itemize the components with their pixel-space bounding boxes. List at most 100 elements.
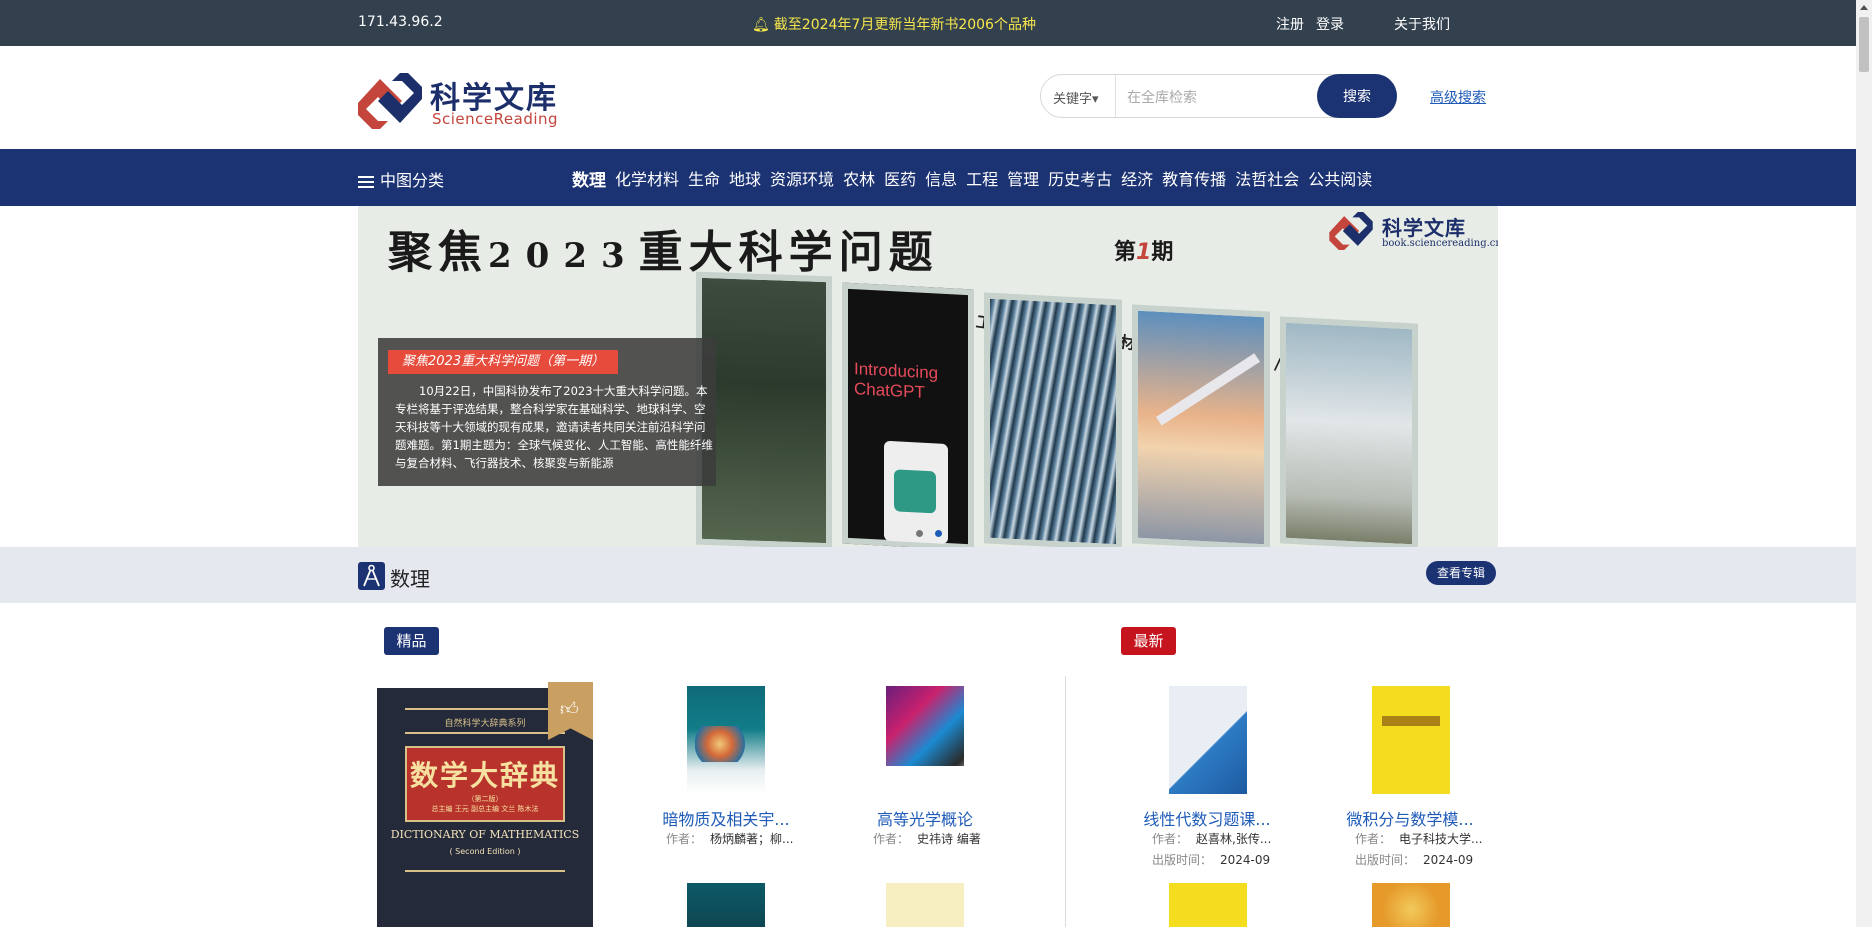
book-cover[interactable]: [687, 686, 765, 794]
author-value: 电子科技大学...: [1399, 832, 1483, 846]
nav-item-earth[interactable]: 地球: [729, 166, 761, 191]
book-author: 作者： 史祎诗 编著: [873, 830, 981, 847]
book-cover[interactable]: [886, 883, 964, 927]
issue-prefix: 第: [1114, 240, 1137, 265]
issue-suffix: 期: [1151, 240, 1174, 265]
banner-overlay: 聚焦2023重大科学问题（第一期） 10月22日，中国科协发布了2023十大重大…: [378, 338, 716, 486]
nav-item-medicine[interactable]: 医药: [884, 166, 916, 191]
top-bar: 171.43.96.2 🔔︎ 截至2024年7月更新当年新书2006个品种 注册 …: [0, 0, 1856, 46]
nav-item-history-archaeology[interactable]: 历史考古: [1048, 166, 1112, 191]
gold-rule: [405, 870, 565, 872]
author-value: 史祎诗 编著: [917, 832, 981, 846]
scroll-up-arrow-icon[interactable]: [1860, 5, 1868, 10]
nav-item-education-communication[interactable]: 教育传播: [1162, 166, 1226, 191]
category-menu-button[interactable]: 中图分类: [358, 167, 444, 191]
overlay-description: 10月22日，中国科协发布了2023十大重大科学问题。本专栏将基于评选结果，整合…: [395, 384, 713, 470]
banner-logo-icon: [1329, 212, 1373, 250]
nav-item-resources-environment[interactable]: 资源环境: [770, 166, 834, 191]
nav-item-engineering[interactable]: 工程: [966, 166, 998, 191]
book-cover[interactable]: [1169, 686, 1247, 794]
thumbs-up-icon: 👍︎: [560, 699, 579, 720]
page-scrollbar[interactable]: [1856, 0, 1872, 927]
login-link[interactable]: 登录: [1316, 14, 1344, 34]
book-title[interactable]: 线性代数习题课...: [1122, 806, 1292, 830]
section-title: 数理: [390, 567, 430, 591]
banner-logo: 科学文库 book.sciencereading.cn: [1326, 212, 1498, 252]
nav-item-law-philosophy-society[interactable]: 法哲社会: [1235, 166, 1299, 191]
nav-item-information[interactable]: 信息: [925, 166, 957, 191]
carousel-dot-active[interactable]: [935, 530, 942, 537]
book-cover[interactable]: [1169, 883, 1247, 927]
featured-book-authors: 总主编 王元 副总主编 文兰 陈木法: [431, 805, 539, 813]
cover-bottom: [886, 766, 964, 794]
search-input[interactable]: [1127, 87, 1307, 107]
author-label: 作者：: [873, 832, 910, 846]
newest-tag: 最新: [1121, 627, 1176, 655]
banner-title-part-b: 重大科学问题: [638, 227, 939, 278]
book-title[interactable]: 高等光学概论: [840, 806, 1010, 830]
carousel-dots: [916, 522, 954, 541]
notice-text: 截至2024年7月更新当年新书2006个品种: [773, 17, 1036, 33]
nav-items: 数理 化学材料 生命 地球 资源环境 农林 医药 信息 工程 管理 历史考古 经…: [572, 166, 1381, 191]
book-author: 作者： 电子科技大学...: [1355, 830, 1482, 847]
date-label: 出版时间：: [1152, 853, 1213, 867]
compass-icon: [358, 562, 385, 590]
scrollbar-thumb[interactable]: [1859, 17, 1869, 72]
book-title[interactable]: 暗物质及相关宇...: [641, 806, 811, 830]
book-cover[interactable]: [1372, 686, 1450, 794]
banner-logo-url: book.sciencereading.cn: [1382, 238, 1498, 249]
banner-title-year: 2023: [488, 236, 639, 276]
fibers-photo: [984, 292, 1122, 547]
nav-item-public-reading[interactable]: 公共阅读: [1308, 166, 1372, 191]
featured-book-title: 数学大辞典: [409, 759, 560, 792]
site-header: 科学文库 ScienceReading 关键字▾ 搜索 高级搜索: [0, 46, 1856, 149]
nav-item-economics[interactable]: 经济: [1121, 166, 1153, 191]
compass-icon-svg: [363, 564, 380, 587]
logo-english: ScienceReading: [432, 110, 559, 128]
nav-item-chemistry-materials[interactable]: 化学材料: [615, 166, 679, 191]
nav-item-management[interactable]: 管理: [1007, 166, 1039, 191]
carousel-dot[interactable]: [916, 530, 923, 537]
featured-book-english-title: DICTIONARY OF MATHEMATICS: [390, 828, 580, 841]
chatgpt-title: Introducing ChatGPT: [854, 359, 939, 402]
gold-rule: [405, 708, 565, 710]
advanced-search-link[interactable]: 高级搜索: [1430, 87, 1486, 107]
overlay-tag[interactable]: 聚焦2023重大科学问题（第一期）: [388, 350, 619, 374]
search-button[interactable]: 搜索: [1317, 74, 1397, 118]
banner-title: 聚焦2023重大科学问题: [388, 216, 939, 280]
nav-item-math-physics[interactable]: 数理: [572, 166, 606, 191]
book-author: 作者： 杨炳麟著；柳...: [666, 830, 793, 847]
gold-rule: [405, 732, 565, 734]
book-cover[interactable]: [886, 686, 964, 794]
banner-issue: 第1期: [1114, 234, 1173, 266]
nav-item-life[interactable]: 生命: [688, 166, 720, 191]
site-logo[interactable]: 科学文库 ScienceReading: [358, 73, 558, 129]
author-label: 作者：: [666, 832, 703, 846]
nav-item-agriculture-forestry[interactable]: 农林: [843, 166, 875, 191]
search-type-dropdown[interactable]: 关键字▾: [1053, 88, 1099, 107]
featured-book-cover[interactable]: 自然科学大辞典系列 数学大辞典 （第二版） 总主编 王元 副总主编 文兰 陈木法…: [377, 682, 593, 927]
view-album-button[interactable]: 查看专辑: [1426, 561, 1497, 585]
book-cover[interactable]: [687, 883, 765, 927]
airplane-photo: [1132, 304, 1270, 547]
book-cover[interactable]: [1372, 883, 1450, 927]
cover-art: [695, 726, 757, 762]
hero-banner[interactable]: 聚焦2023重大科学问题 第1期 科学文库 book.sciencereadin…: [358, 206, 1498, 547]
cover-title-bar: [1382, 716, 1440, 726]
banner-title-part-a: 聚焦: [388, 227, 488, 278]
date-label: 出版时间：: [1355, 853, 1416, 867]
section-header: 数理 查看专辑: [0, 547, 1856, 603]
category-label: 中图分类: [380, 171, 445, 190]
update-notice: 🔔︎ 截至2024年7月更新当年新书2006个品种: [752, 14, 1036, 34]
book-title[interactable]: 微积分与数学模...: [1325, 806, 1495, 830]
featured-book-english-edition: ( Second Edition ): [449, 847, 521, 856]
book-author: 作者： 赵喜林,张传...: [1152, 830, 1271, 847]
search-separator: [1115, 75, 1116, 117]
register-link[interactable]: 注册: [1276, 14, 1304, 34]
author-label: 作者：: [1152, 832, 1189, 846]
issue-number: 1: [1136, 240, 1152, 265]
main-nav: 中图分类 数理 化学材料 生命 地球 资源环境 农林 医药 信息 工程 管理 历…: [0, 149, 1856, 206]
chatgpt-logo-icon: [894, 469, 936, 514]
banner-logo-text: 科学文库: [1382, 216, 1466, 240]
about-link[interactable]: 关于我们: [1394, 14, 1450, 34]
